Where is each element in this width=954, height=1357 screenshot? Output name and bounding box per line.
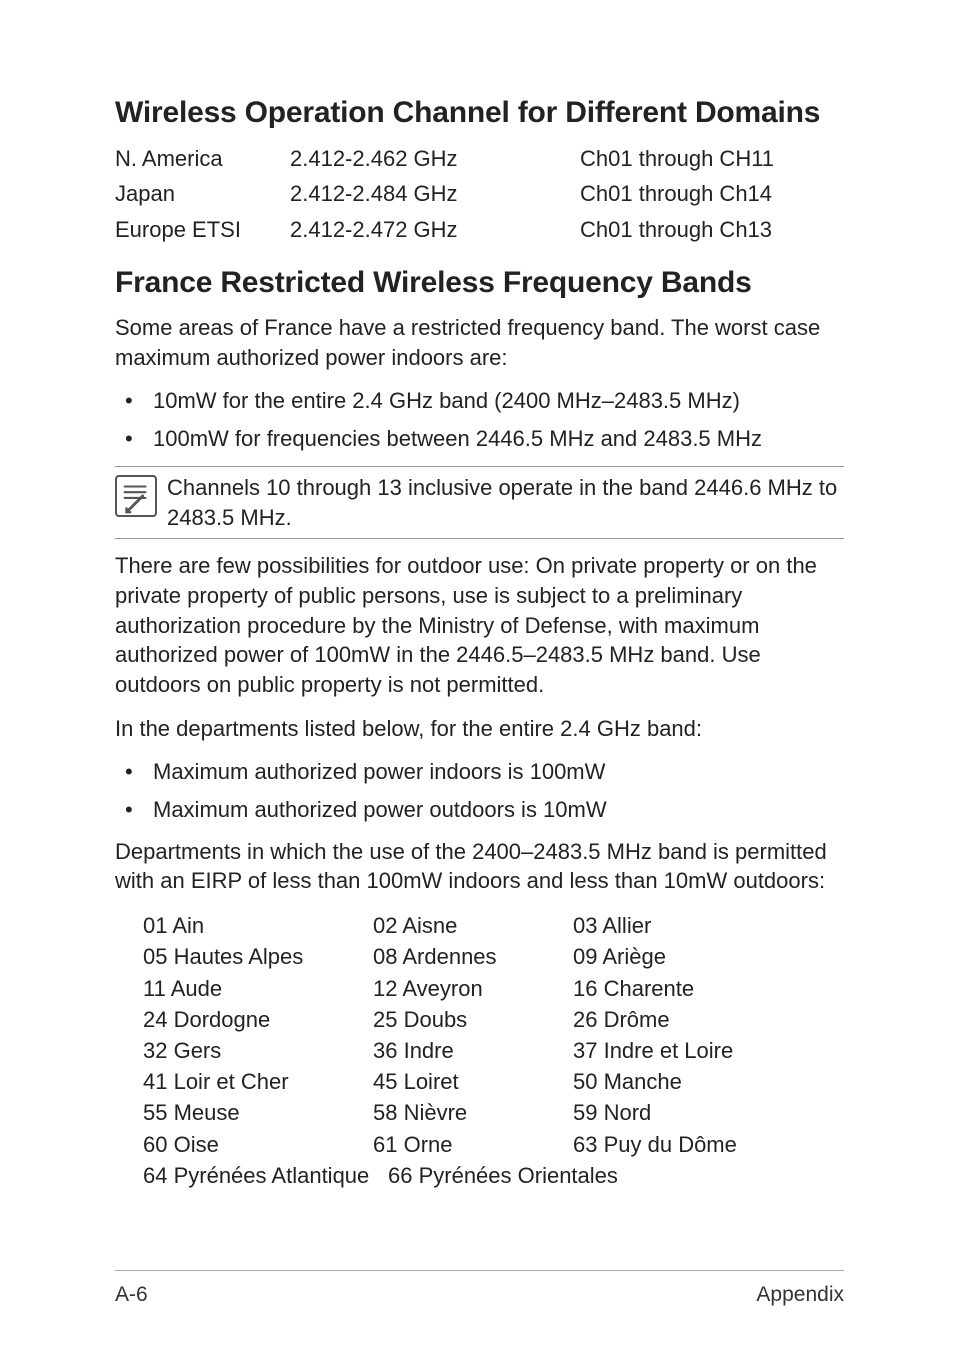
dept-cell: 37 Indre et Loire (573, 1035, 844, 1066)
table-row: 41 Loir et Cher45 Loiret50 Manche (143, 1066, 844, 1097)
heading-france-restricted: France Restricted Wireless Frequency Ban… (115, 263, 844, 304)
dept-cell: 66 Pyrénées Orientales (388, 1160, 648, 1191)
region-cell: Japan (115, 179, 290, 209)
dept-cell: 41 Loir et Cher (143, 1066, 373, 1097)
dept-cell (648, 1160, 844, 1191)
heading-wireless-channels: Wireless Operation Channel for Different… (115, 93, 844, 134)
paragraph: There are few possibilities for outdoor … (115, 551, 844, 699)
page-footer: A-6 Appendix (115, 1270, 844, 1309)
bullet-list: 10mW for the entire 2.4 GHz band (2400 M… (115, 386, 844, 453)
table-row: 60 Oise61 Orne63 Puy du Dôme (143, 1129, 844, 1160)
channel-cell: Ch01 through CH11 (580, 144, 844, 174)
domain-row: Japan 2.412-2.484 GHz Ch01 through Ch14 (115, 179, 844, 209)
dept-cell: 12 Aveyron (373, 973, 573, 1004)
dept-cell: 45 Loiret (373, 1066, 573, 1097)
dept-cell: 08 Ardennes (373, 941, 573, 972)
section-label: Appendix (756, 1281, 844, 1309)
table-row: 11 Aude12 Aveyron16 Charente (143, 973, 844, 1004)
dept-cell: 25 Doubs (373, 1004, 573, 1035)
dept-cell: 58 Nièvre (373, 1097, 573, 1128)
dept-cell: 36 Indre (373, 1035, 573, 1066)
domain-row: N. America 2.412-2.462 GHz Ch01 through … (115, 144, 844, 174)
dept-cell: 60 Oise (143, 1129, 373, 1160)
note-text: Channels 10 through 13 inclusive operate… (167, 473, 844, 532)
note-icon (115, 475, 157, 517)
region-cell: Europe ETSI (115, 215, 290, 245)
region-cell: N. America (115, 144, 290, 174)
table-row: 32 Gers36 Indre37 Indre et Loire (143, 1035, 844, 1066)
list-item: 10mW for the entire 2.4 GHz band (2400 M… (115, 386, 844, 416)
table-row: 01 Ain02 Aisne03 Allier (143, 910, 844, 941)
paragraph: Departments in which the use of the 2400… (115, 837, 844, 896)
domain-row: Europe ETSI 2.412-2.472 GHz Ch01 through… (115, 215, 844, 245)
paragraph: Some areas of France have a restricted f… (115, 313, 844, 372)
dept-cell: 09 Ariège (573, 941, 844, 972)
dept-cell: 01 Ain (143, 910, 373, 941)
freq-cell: 2.412-2.462 GHz (290, 144, 580, 174)
paragraph: In the departments listed below, for the… (115, 714, 844, 744)
dept-cell: 24 Dordogne (143, 1004, 373, 1035)
dept-cell: 50 Manche (573, 1066, 844, 1097)
dept-cell: 05 Hautes Alpes (143, 941, 373, 972)
dept-cell: 55 Meuse (143, 1097, 373, 1128)
dept-cell: 02 Aisne (373, 910, 573, 941)
list-item: Maximum authorized power outdoors is 10m… (115, 795, 844, 825)
dept-cell: 61 Orne (373, 1129, 573, 1160)
departments-table: 01 Ain02 Aisne03 Allier 05 Hautes Alpes0… (143, 910, 844, 1191)
table-row: 24 Dordogne25 Doubs26 Drôme (143, 1004, 844, 1035)
freq-cell: 2.412-2.484 GHz (290, 179, 580, 209)
dept-cell: 26 Drôme (573, 1004, 844, 1035)
channel-cell: Ch01 through Ch14 (580, 179, 844, 209)
table-row: 55 Meuse58 Nièvre59 Nord (143, 1097, 844, 1128)
page-number: A-6 (115, 1281, 148, 1309)
dept-cell: 59 Nord (573, 1097, 844, 1128)
dept-cell: 11 Aude (143, 973, 373, 1004)
dept-cell: 64 Pyrénées Atlantique (143, 1160, 388, 1191)
dept-cell: 63 Puy du Dôme (573, 1129, 844, 1160)
channel-cell: Ch01 through Ch13 (580, 215, 844, 245)
table-row: 64 Pyrénées Atlantique66 Pyrénées Orient… (143, 1160, 844, 1191)
dept-cell: 16 Charente (573, 973, 844, 1004)
bullet-list: Maximum authorized power indoors is 100m… (115, 757, 844, 824)
table-row: 05 Hautes Alpes08 Ardennes09 Ariège (143, 941, 844, 972)
freq-cell: 2.412-2.472 GHz (290, 215, 580, 245)
dept-cell: 32 Gers (143, 1035, 373, 1066)
list-item: 100mW for frequencies between 2446.5 MHz… (115, 424, 844, 454)
dept-cell: 03 Allier (573, 910, 844, 941)
note-callout: Channels 10 through 13 inclusive operate… (115, 466, 844, 539)
list-item: Maximum authorized power indoors is 100m… (115, 757, 844, 787)
